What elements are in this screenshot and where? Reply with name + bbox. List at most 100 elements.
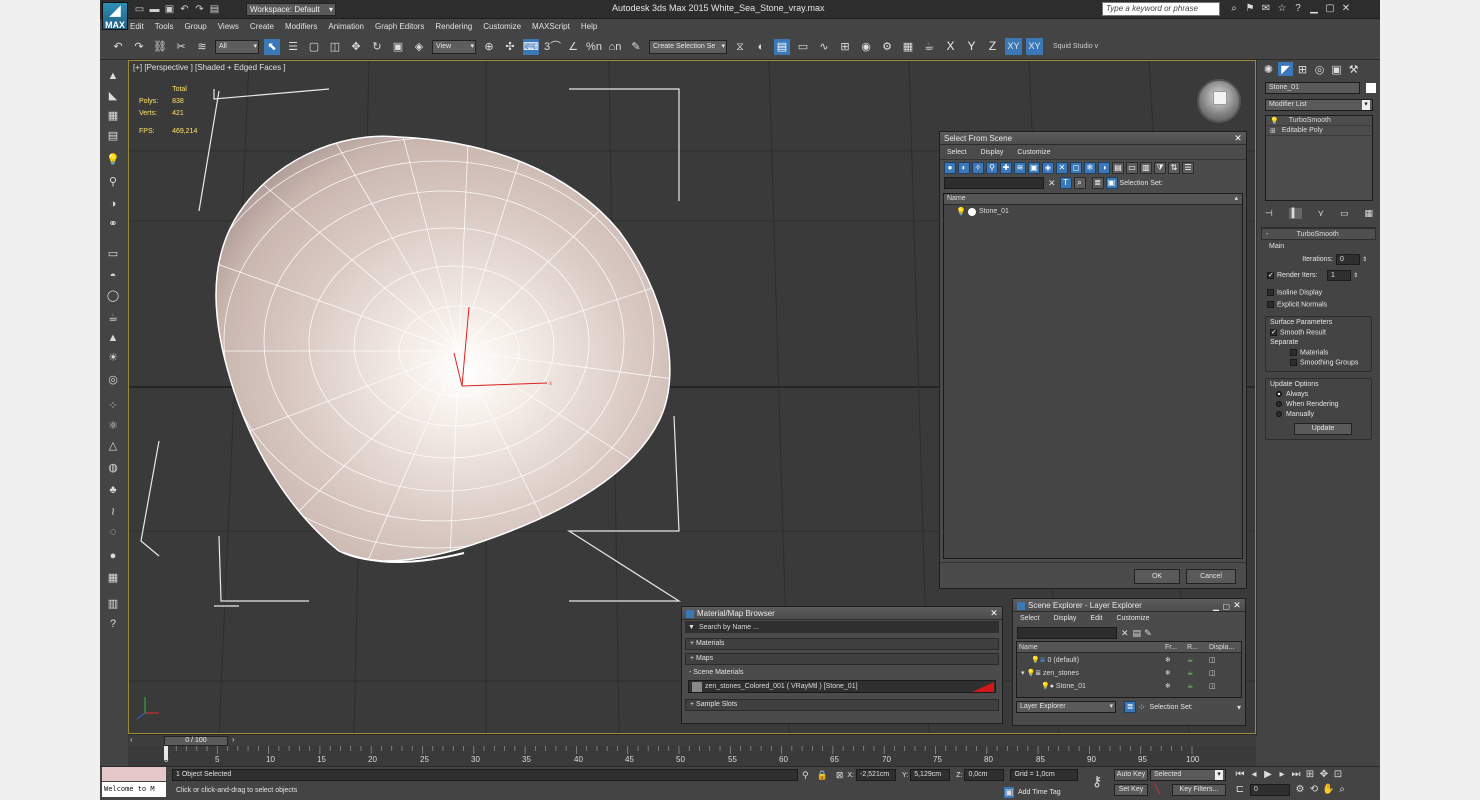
ball-icon[interactable]: ● xyxy=(105,548,121,564)
remove-modifier-icon[interactable]: ▭ xyxy=(1340,208,1349,219)
sfs-menu-select[interactable]: Select xyxy=(947,149,966,156)
separate-materials-checkbox[interactable] xyxy=(1290,349,1297,357)
update-button[interactable]: Update xyxy=(1294,422,1352,435)
z-coordinate-field[interactable]: 0,0cm xyxy=(964,769,1005,781)
stack-item-turbosmooth[interactable]: 💡 TurboSmooth xyxy=(1266,116,1372,126)
select-by-name-icon[interactable]: ☰ xyxy=(285,39,301,55)
key-mode-dropdown[interactable]: Selected ▾ xyxy=(1150,769,1226,781)
globe-icon[interactable]: ◍ xyxy=(105,460,121,476)
explicit-normals-checkbox[interactable] xyxy=(1267,301,1274,309)
menu-create[interactable]: Create xyxy=(250,19,274,34)
freeform-icon[interactable]: ◣ xyxy=(105,88,121,104)
constrain-y-button[interactable]: Y xyxy=(963,38,980,55)
object-paint-icon[interactable]: ▤ xyxy=(105,128,121,144)
sce-col-name[interactable]: Name xyxy=(1017,644,1165,651)
renderable-teapot-icon[interactable]: ☕ xyxy=(1187,669,1209,677)
isolate-selection-icon[interactable]: ⚲ xyxy=(802,770,809,781)
undo-icon[interactable]: ↶ xyxy=(179,4,190,15)
mirror-icon[interactable]: ⧖ xyxy=(732,39,748,55)
viewcube[interactable] xyxy=(1197,79,1241,123)
teapot-icon[interactable]: ☕ xyxy=(105,310,121,326)
project-folder-icon[interactable]: ▤ xyxy=(209,4,220,15)
open-file-icon[interactable]: ▬ xyxy=(149,4,160,15)
chevron-down-icon[interactable]: ▾ xyxy=(1237,703,1241,712)
constrain-xy-button[interactable]: XY xyxy=(1005,38,1022,55)
clear-search-icon[interactable]: ✕ xyxy=(1048,178,1056,189)
mmb-sample-slots-group[interactable]: + Sample Slots xyxy=(685,699,999,711)
search-input[interactable]: Type a keyword or phrase xyxy=(1102,2,1220,16)
sfs-column-header[interactable]: Name ▴ xyxy=(944,194,1242,205)
select-invert-icon[interactable]: ▥ xyxy=(1140,161,1152,174)
y-coordinate-field[interactable]: 5,129cm xyxy=(910,769,951,781)
hemisphere-icon[interactable]: ◓ xyxy=(105,268,121,284)
display-box-icon[interactable]: ◫ xyxy=(1209,656,1216,664)
display-geometry-icon[interactable]: ● xyxy=(944,161,956,174)
time-tag-icon[interactable]: ▣ xyxy=(1004,787,1014,798)
spinner-snap-icon[interactable]: ⌂n xyxy=(607,39,623,55)
move-icon[interactable]: ✥ xyxy=(348,39,364,55)
object-color-swatch[interactable] xyxy=(1366,83,1376,93)
display-box-icon[interactable]: ◫ xyxy=(1209,669,1216,677)
cancel-button[interactable]: Cancel xyxy=(1186,569,1236,584)
curve-editor-icon[interactable]: ∿ xyxy=(816,39,832,55)
viewcube-face[interactable] xyxy=(1213,91,1227,105)
hierarchy-tab-icon[interactable]: ⊞ xyxy=(1295,62,1310,76)
set-key-button[interactable]: Set Key xyxy=(1114,784,1148,796)
communication-icon[interactable]: ✉ xyxy=(1260,3,1272,15)
close-icon[interactable]: ✕ xyxy=(1233,133,1243,143)
next-frame-icon[interactable]: ▸ xyxy=(1276,769,1288,781)
menu-rendering[interactable]: Rendering xyxy=(435,19,472,34)
scale-icon[interactable]: ▣ xyxy=(390,39,406,55)
pan-icon[interactable]: ✋ xyxy=(1322,784,1334,796)
freeze-icon[interactable]: ❄ xyxy=(1165,656,1187,664)
particles-icon[interactable]: ⁘ xyxy=(105,398,121,414)
minimize-icon[interactable]: ▁ xyxy=(1213,600,1219,613)
layer-manager-icon[interactable]: ▤ xyxy=(774,38,790,55)
light-bulb-icon[interactable]: 💡 xyxy=(956,207,966,216)
smooth-result-checkbox[interactable]: ✓ xyxy=(1270,328,1277,336)
cone-icon[interactable]: ▲ xyxy=(105,330,121,346)
helper-icon[interactable]: ◑ xyxy=(105,196,121,212)
rotate-icon[interactable]: ↻ xyxy=(369,39,385,55)
named-selection-sets-dropdown[interactable]: Create Selection Se ▾ xyxy=(649,39,727,54)
material-editor-icon[interactable]: ◉ xyxy=(858,39,874,55)
sce-menu-customize[interactable]: Customize xyxy=(1116,615,1149,622)
mmb-title-bar[interactable]: Material/Map Browser ✕ xyxy=(682,607,1002,620)
menu-customize[interactable]: Customize xyxy=(483,19,521,34)
time-configuration-icon[interactable]: ⚙ xyxy=(1294,784,1306,796)
constrain-x-button[interactable]: X xyxy=(942,38,959,55)
ok-button[interactable]: OK xyxy=(1134,569,1180,584)
current-frame-field[interactable]: 0 xyxy=(1250,784,1290,796)
select-object-icon[interactable]: ⬉ xyxy=(264,38,280,55)
motion-tab-icon[interactable]: ◎ xyxy=(1312,62,1327,76)
sfs-menu-display[interactable]: Display xyxy=(980,149,1003,156)
display-bones-icon[interactable]: ✕ xyxy=(1056,161,1068,174)
light-bulb-icon[interactable]: 💡 xyxy=(1026,670,1035,677)
sce-menu-select[interactable]: Select xyxy=(1020,615,1039,622)
stone-mesh[interactable] xyxy=(215,135,671,562)
create-tab-icon[interactable]: ✺ xyxy=(1261,62,1276,76)
viewport-label-menu[interactable]: [+] [Perspective ] [Shaded + Edged Faces… xyxy=(133,63,286,72)
close-icon[interactable]: ✕ xyxy=(989,608,999,618)
rollout-header[interactable]: - TurboSmooth xyxy=(1261,228,1376,240)
sfs-search-input[interactable] xyxy=(944,177,1044,189)
display-box-icon[interactable]: ◫ xyxy=(1209,682,1216,690)
dialog-title-bar[interactable]: Select From Scene ✕ xyxy=(940,132,1246,145)
select-none-icon[interactable]: ▭ xyxy=(1126,161,1138,174)
display-lights-icon[interactable]: ✧ xyxy=(972,161,984,174)
menu-views[interactable]: Views xyxy=(218,19,239,34)
help-icon[interactable]: ? xyxy=(1292,3,1304,15)
display-hidden-icon[interactable]: ◑ xyxy=(1098,161,1110,174)
x-coordinate-field[interactable]: -2,521cm xyxy=(855,769,896,781)
zoom-extents-icon[interactable]: ⊞ xyxy=(1304,769,1316,781)
bind-space-warp-icon[interactable]: ≋ xyxy=(194,39,210,55)
space-warp-icon[interactable]: ⚭ xyxy=(105,216,121,232)
menu-modifiers[interactable]: Modifiers xyxy=(285,19,317,34)
maximize-icon[interactable]: ▢ xyxy=(1222,600,1230,613)
render-iters-checkbox[interactable]: ✓ xyxy=(1267,271,1274,279)
modify-tab-icon[interactable]: ◤ xyxy=(1278,62,1293,76)
show-end-result-icon[interactable]: ▍ xyxy=(1288,207,1302,219)
clear-search-icon[interactable]: ✕ xyxy=(1121,628,1129,639)
key-filters-button[interactable]: Key Filters... xyxy=(1172,784,1226,796)
sce-col-display[interactable]: Displa... xyxy=(1209,644,1234,651)
